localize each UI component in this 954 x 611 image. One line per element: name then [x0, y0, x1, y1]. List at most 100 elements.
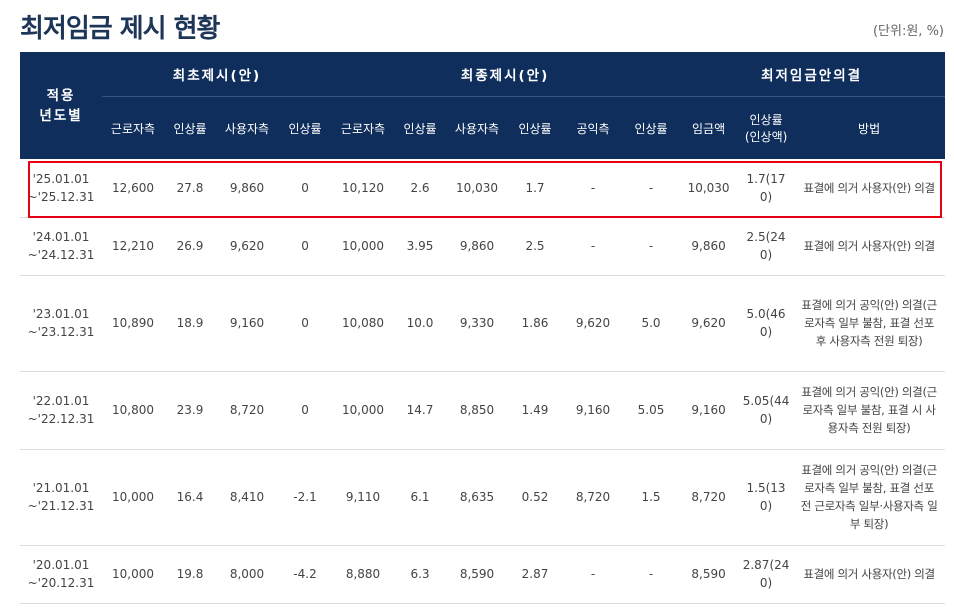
table-row: '20.01.01 ~'20.12.31 10,000 19.8 8,000 -4.2 8… [20, 545, 946, 604]
col-decision-amount: 임금액 [678, 96, 740, 159]
first-employer-rate-cell: -2.1 [278, 449, 333, 546]
first-employer-cell: 8,000 [216, 545, 278, 604]
col-final-employer-rate: 인상률 [508, 96, 563, 159]
decision-amount-cell: 10,030 [678, 159, 740, 218]
decision-amount-cell: 9,620 [678, 275, 740, 372]
col-first-employer: 사용자측 [216, 96, 278, 159]
table-row: '22.01.01 ~'22.12.31 10,800 23.9 8,720 0 10,0… [20, 371, 946, 450]
table-row: '23.01.01 ~'23.12.31 10,890 18.9 9,160 0 10,0… [20, 275, 946, 372]
first-employer-rate-cell: 0 [278, 159, 333, 218]
final-employer-cell: 10,030 [446, 159, 509, 218]
final-public-cell: 8,720 [562, 449, 625, 546]
final-public-rate-cell: - [624, 217, 679, 276]
year-cell: '22.01.01 ~'22.12.31 [20, 371, 102, 450]
first-labor-cell: 10,000 [102, 545, 164, 604]
unit-note: (단위:원, %) [872, 24, 944, 39]
final-labor-cell: 10,120 [332, 159, 395, 218]
first-labor-cell: 12,210 [102, 217, 164, 276]
first-labor-rate-cell: 19.8 [164, 545, 216, 604]
final-labor-cell: 9,110 [332, 449, 395, 546]
decision-rate-cell: 1.7(170) [739, 159, 794, 218]
final-labor-cell: 10,080 [332, 275, 395, 372]
final-labor-rate-cell: 10.0 [394, 275, 447, 372]
final-public-cell: 9,160 [562, 371, 625, 450]
col-first-employer-rate: 인상률 [278, 96, 333, 159]
year-cell: '23.01.01 ~'23.12.31 [20, 275, 102, 372]
final-public-cell: - [562, 545, 625, 604]
final-employer-cell: 8,590 [446, 545, 509, 604]
final-labor-cell: 8,880 [332, 545, 395, 604]
table-row: '24.01.01 ~'24.12.31 12,210 26.9 9,620 0 10,0… [20, 217, 946, 276]
decision-method-cell: 표결에 의거 공익(안) 의결(근로자측 일부 불참, 표결 선포 후 사용자측… [793, 275, 946, 372]
final-public-rate-cell: - [624, 545, 679, 604]
final-public-rate-cell: 5.0 [624, 275, 679, 372]
first-labor-rate-cell: 23.9 [164, 371, 216, 450]
decision-method-cell: 표결에 의거 공익(안) 의결(근로자측 일부 불참, 표결 선포 전 근로자측… [793, 449, 946, 546]
first-employer-cell: 9,160 [216, 275, 278, 372]
decision-rate-header-text: 인상률 (인상액) [744, 113, 788, 144]
final-labor-cell: 10,000 [332, 371, 395, 450]
final-employer-rate-cell: 0.52 [508, 449, 563, 546]
decision-amount-cell: 8,720 [678, 449, 740, 546]
final-employer-rate-cell: 2.87 [508, 545, 563, 604]
decision-rate-cell: 2.87(240) [739, 545, 794, 604]
final-public-rate-cell: 5.05 [624, 371, 679, 450]
first-labor-cell: 12,600 [102, 159, 164, 218]
final-labor-rate-cell: 14.7 [394, 371, 447, 450]
first-employer-cell: 9,620 [216, 217, 278, 276]
col-final-labor: 근로자측 [332, 96, 395, 159]
decision-rate-cell: 1.5(130) [739, 449, 794, 546]
final-public-rate-cell: - [624, 159, 679, 218]
final-employer-rate-cell: 1.7 [508, 159, 563, 218]
col-final-public-rate: 인상률 [624, 96, 679, 159]
table-row: '21.01.01 ~'21.12.31 10,000 16.4 8,410 -2.1 9… [20, 449, 946, 546]
decision-rate-cell: 5.05(440) [739, 371, 794, 450]
col-decision-method: 방법 [793, 96, 946, 159]
decision-method-cell: 표결에 의거 공익(안) 의결(근로자측 일부 불참, 표결 시 사용자측 전원… [793, 371, 946, 450]
col-first-labor: 근로자측 [102, 96, 164, 159]
table-row: '25.01.01 ~'25.12.31 12,600 27.8 9,860 0 10,1… [20, 159, 946, 218]
decision-amount-cell: 8,590 [678, 545, 740, 604]
final-public-cell: - [562, 159, 625, 218]
first-employer-cell: 9,860 [216, 159, 278, 218]
first-employer-rate-cell: -4.2 [278, 545, 333, 604]
year-cell: '21.01.01 ~'21.12.31 [20, 449, 102, 546]
first-labor-rate-cell: 18.9 [164, 275, 216, 372]
minimum-wage-table: 적용 년도별 최초제시(안) 최종제시(안) 최저임금안의결 근로자측 인상률 … [20, 52, 946, 604]
final-labor-rate-cell: 3.95 [394, 217, 447, 276]
decision-rate-cell: 2.5(240) [739, 217, 794, 276]
final-employer-cell: 8,850 [446, 371, 509, 450]
decision-amount-cell: 9,860 [678, 217, 740, 276]
year-header-text: 적용 년도별 [39, 87, 83, 124]
page-title: 최저임금 제시 현황 [20, 14, 220, 44]
first-labor-cell: 10,890 [102, 275, 164, 372]
first-proposal-header: 최초제시(안) [102, 52, 333, 97]
final-employer-rate-cell: 1.86 [508, 275, 563, 372]
decision-method-cell: 표결에 의거 사용자(안) 의결 [793, 217, 946, 276]
first-labor-rate-cell: 27.8 [164, 159, 216, 218]
final-labor-rate-cell: 6.3 [394, 545, 447, 604]
col-decision-rate: 인상률 (인상액) [739, 96, 794, 159]
first-labor-cell: 10,000 [102, 449, 164, 546]
col-final-public: 공익측 [562, 96, 625, 159]
final-proposal-header: 최종제시(안) [332, 52, 679, 97]
decision-method-cell: 표결에 의거 사용자(안) 의결 [793, 159, 946, 218]
final-employer-cell: 8,635 [446, 449, 509, 546]
first-labor-rate-cell: 26.9 [164, 217, 216, 276]
final-public-cell: 9,620 [562, 275, 625, 372]
first-employer-cell: 8,720 [216, 371, 278, 450]
final-public-rate-cell: 1.5 [624, 449, 679, 546]
decision-rate-cell: 5.0(460) [739, 275, 794, 372]
final-labor-rate-cell: 2.6 [394, 159, 447, 218]
first-employer-rate-cell: 0 [278, 217, 333, 276]
final-public-cell: - [562, 217, 625, 276]
year-cell: '24.01.01 ~'24.12.31 [20, 217, 102, 276]
first-labor-cell: 10,800 [102, 371, 164, 450]
first-employer-rate-cell: 0 [278, 371, 333, 450]
final-labor-rate-cell: 6.1 [394, 449, 447, 546]
first-labor-rate-cell: 16.4 [164, 449, 216, 546]
first-employer-rate-cell: 0 [278, 275, 333, 372]
final-employer-cell: 9,330 [446, 275, 509, 372]
final-employer-rate-cell: 2.5 [508, 217, 563, 276]
col-first-labor-rate: 인상률 [164, 96, 216, 159]
